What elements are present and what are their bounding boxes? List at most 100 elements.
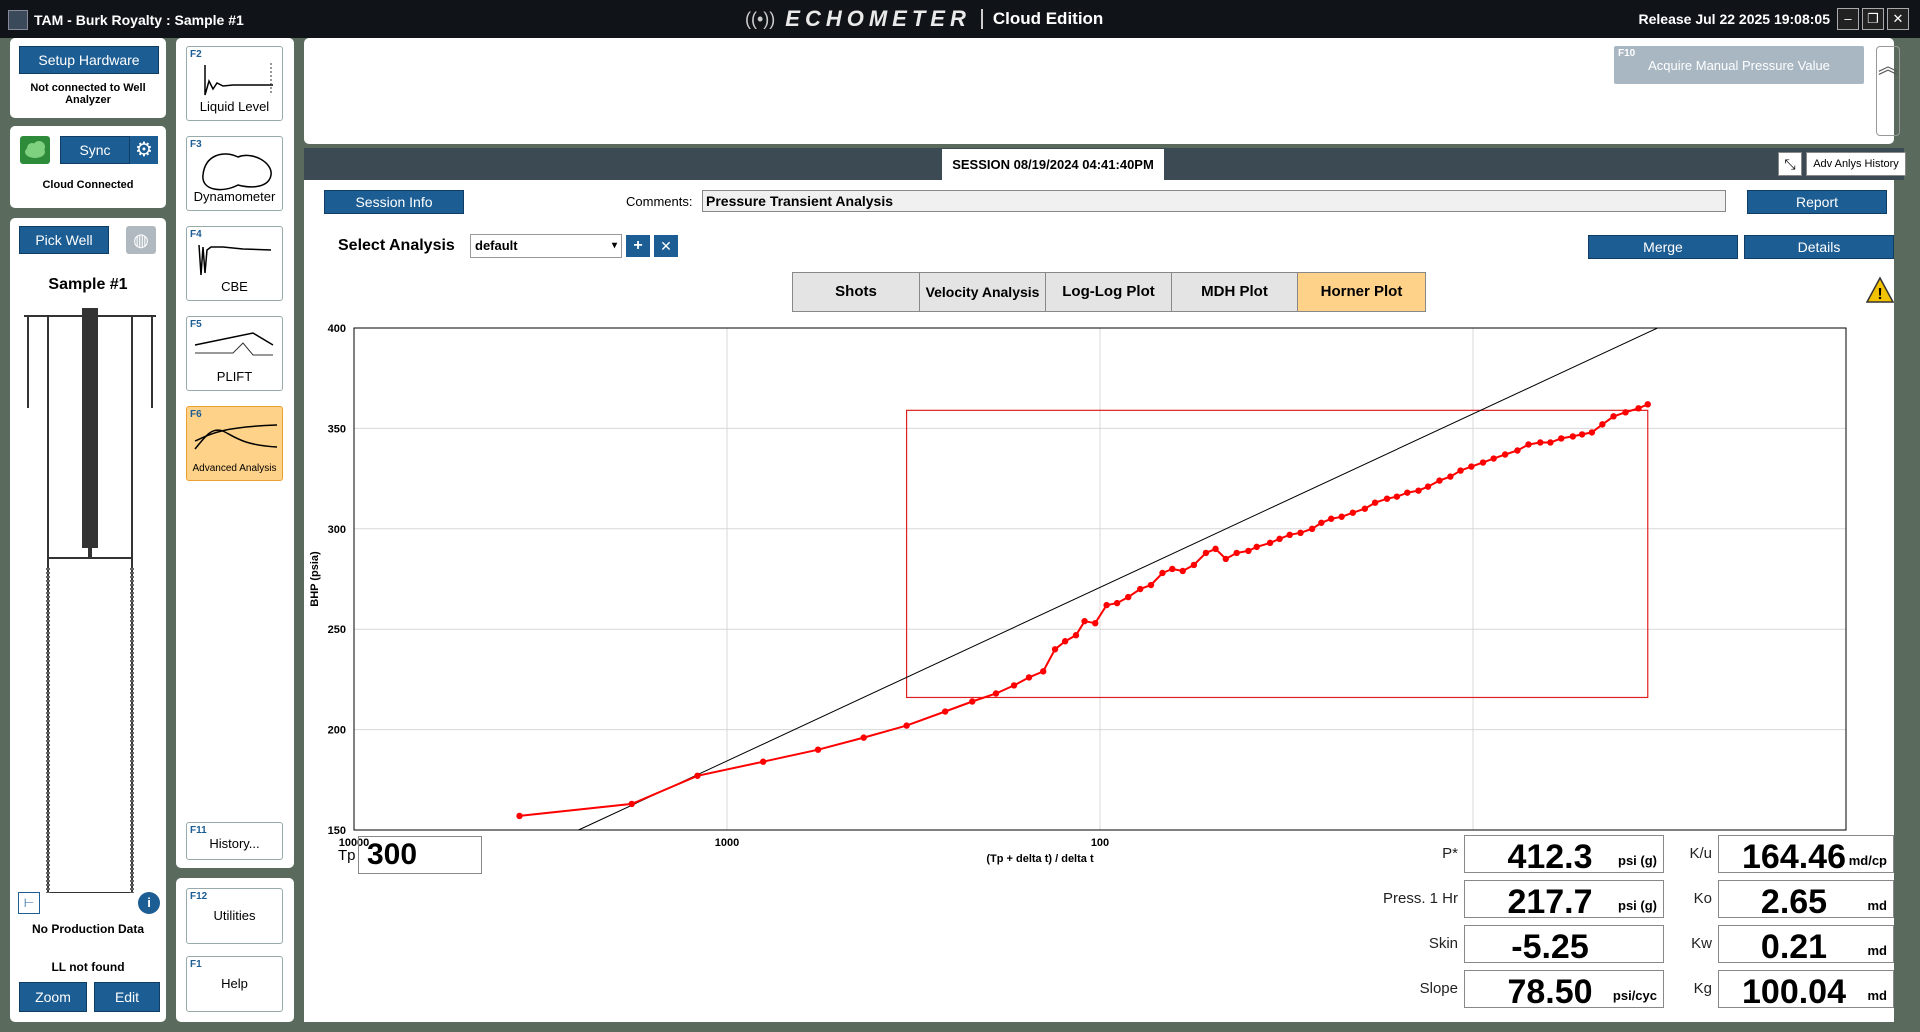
cloud-status: Cloud Connected	[42, 179, 134, 191]
data-point	[1338, 513, 1345, 520]
data-point	[1025, 674, 1033, 681]
data-point	[1501, 451, 1509, 458]
help-button[interactable]: F1 Help	[186, 956, 283, 1012]
globe-icon[interactable]: ◍	[126, 226, 156, 254]
production-status: No Production Data	[31, 922, 144, 936]
setup-hardware-button[interactable]: Setup Hardware	[19, 46, 159, 74]
press1hr-label: Press. 1 Hr	[1382, 890, 1458, 907]
minimize-icon[interactable]: –	[1837, 8, 1859, 30]
data-point	[1039, 668, 1047, 675]
zoom-button[interactable]: Zoom	[19, 982, 87, 1012]
app-icon	[8, 10, 28, 30]
tab-log-log-plot[interactable]: Log-Log Plot	[1046, 273, 1172, 311]
tab-shots[interactable]: Shots	[793, 273, 920, 311]
data-point	[1490, 455, 1497, 462]
sync-panel: Sync ⚙ Cloud Connected	[10, 126, 166, 208]
session-info-button[interactable]: Session Info	[324, 190, 464, 214]
window-title: TAM - Burk Royalty : Sample #1	[34, 12, 244, 28]
collapse-icon[interactable]: ︽	[1876, 46, 1900, 136]
data-point	[1159, 569, 1166, 577]
wellbore-diagram	[24, 308, 156, 893]
data-point	[1415, 487, 1422, 494]
sync-button[interactable]: Sync	[60, 136, 130, 164]
skin-label: Skin	[1428, 935, 1458, 952]
series-line	[519, 403, 1649, 817]
data-point	[1635, 405, 1642, 412]
data-point	[1558, 435, 1565, 442]
tp-input[interactable]: 300	[358, 836, 482, 874]
ko-label: Ko	[1693, 890, 1712, 907]
x-tick-label: 1000	[715, 837, 739, 849]
ku-label: K/u	[1689, 845, 1712, 862]
data-point	[1308, 525, 1316, 532]
x-axis-label: (Tp + delta t) / delta t	[986, 853, 1094, 865]
tab-velocity-analysis[interactable]: Velocity Analysis	[920, 273, 1046, 311]
session-tab[interactable]: SESSION 08/19/2024 04:41:40PM	[942, 149, 1164, 180]
y-tick-label: 350	[328, 423, 346, 435]
report-button[interactable]: Report	[1747, 190, 1887, 214]
svg-text:!: !	[1877, 286, 1882, 303]
data-point	[1599, 421, 1606, 428]
edit-button[interactable]: Edit	[94, 982, 160, 1012]
tab-mdh-plot[interactable]: MDH Plot	[1172, 273, 1298, 311]
history-button[interactable]: F11 History...	[186, 822, 283, 860]
data-point	[1622, 409, 1629, 416]
fit-line	[578, 327, 1658, 831]
data-point	[1072, 632, 1080, 639]
pick-well-button[interactable]: Pick Well	[19, 226, 109, 254]
close-icon[interactable]: ✕	[1887, 8, 1909, 30]
liquid-level-button[interactable]: F2 Liquid Level	[186, 46, 283, 121]
data-point	[1266, 539, 1274, 547]
selection-box	[905, 409, 1649, 699]
acquire-pressure-button[interactable]: F10 Acquire Manual Pressure Value	[1614, 46, 1864, 84]
data-point	[1147, 581, 1155, 589]
cloud-icon[interactable]	[20, 136, 50, 164]
data-point	[1514, 447, 1521, 454]
data-point	[1092, 619, 1099, 627]
comments-field[interactable]: Pressure Transient Analysis	[702, 190, 1726, 212]
data-point	[1061, 638, 1069, 645]
session-bar: SESSION 08/19/2024 04:41:40PM ⤡ Adv Anly…	[304, 148, 1906, 180]
release-label: Release Jul 22 2025 19:08:05	[1638, 11, 1830, 27]
restore-icon[interactable]: ❐	[1862, 8, 1884, 30]
tab-horner-plot[interactable]: Horner Plot	[1298, 273, 1425, 311]
data-point	[1113, 599, 1121, 607]
merge-button[interactable]: Merge	[1588, 235, 1738, 259]
data-point	[1468, 463, 1475, 470]
signal-icon: ((•))	[745, 8, 776, 29]
info-icon[interactable]: i	[138, 892, 160, 914]
data-point	[694, 772, 701, 779]
details-button[interactable]: Details	[1744, 235, 1894, 259]
data-point	[1436, 477, 1443, 484]
data-point	[1190, 561, 1198, 569]
plift-button[interactable]: F5 PLIFT	[186, 316, 283, 391]
kw-label: Kw	[1691, 935, 1712, 952]
gear-icon[interactable]: ⚙	[130, 136, 158, 164]
chart-toggle-icon[interactable]: ⊢	[18, 892, 40, 914]
delete-analysis-icon[interactable]: ✕	[654, 235, 678, 257]
horner-chart[interactable]: 100001000100101150200250300350400(Tp + d…	[304, 320, 1894, 880]
advanced-analysis-button[interactable]: F6 Advanced Analysis	[186, 406, 283, 481]
well-name: Sample #1	[48, 276, 128, 293]
kg-value: 100.04 md	[1718, 970, 1894, 1011]
well-panel: Pick Well ◍ Sample #1 ⊢ i No Production …	[10, 218, 166, 1022]
adv-history-button[interactable]: Adv Anlys History	[1806, 152, 1906, 176]
dynamometer-button[interactable]: F3 Dynamometer	[186, 136, 283, 211]
expand-icon[interactable]: ⤡	[1778, 152, 1802, 176]
brand-logo: ECHOMETER	[785, 6, 971, 31]
data-point	[1588, 429, 1596, 436]
data-point	[1125, 593, 1132, 601]
data-point	[1103, 601, 1110, 609]
data-point	[1253, 543, 1260, 551]
add-analysis-icon[interactable]: +	[626, 235, 650, 257]
analysis-select[interactable]: default ▾	[470, 234, 622, 258]
data-point	[903, 722, 910, 729]
utilities-button[interactable]: F12 Utilities	[186, 888, 283, 944]
data-point	[1233, 549, 1240, 557]
data-point	[969, 698, 976, 705]
warning-icon[interactable]: !	[1865, 276, 1895, 304]
cbe-button[interactable]: F4 CBE	[186, 226, 283, 301]
message-area: F10 Acquire Manual Pressure Value ︽	[304, 38, 1900, 144]
data-point	[1457, 467, 1464, 474]
data-point	[1169, 565, 1176, 573]
